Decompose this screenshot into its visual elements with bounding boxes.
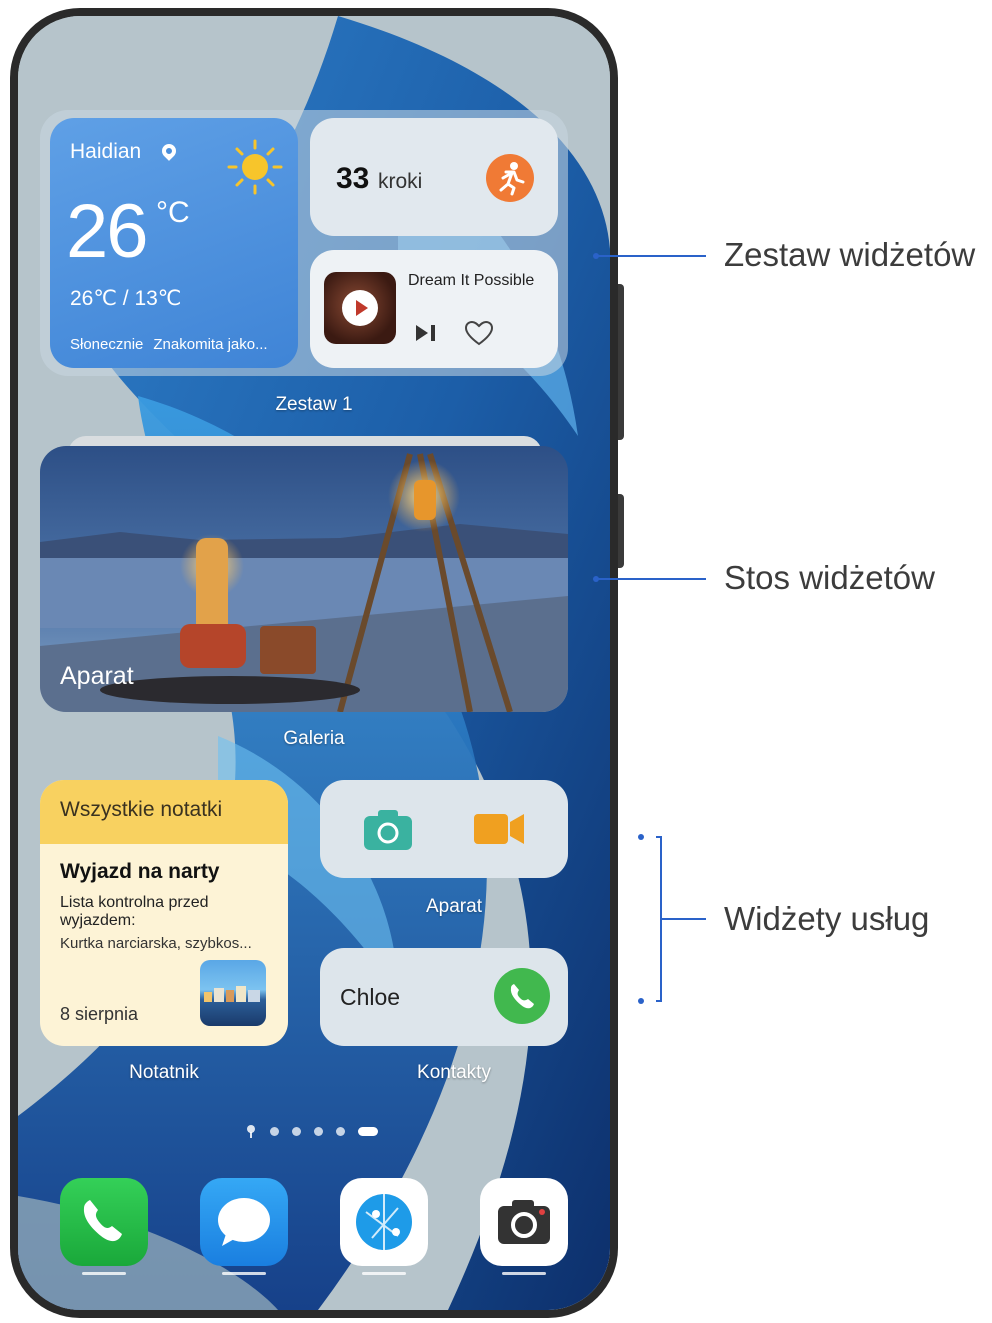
note-thumbnail <box>200 960 266 1026</box>
widget-stack-annotation: Stos widżetów <box>724 559 935 596</box>
dock-indicator <box>502 1272 546 1275</box>
dock-indicator <box>362 1272 406 1275</box>
browser-app-icon[interactable] <box>340 1178 428 1266</box>
widget-set-label: Zestaw 1 <box>275 394 353 415</box>
search-page-icon[interactable] <box>246 1124 256 1138</box>
track-title: Dream It Possible <box>408 272 535 289</box>
widget-stack-label: Galeria <box>283 728 345 749</box>
temperature-value: 26 <box>66 189 149 274</box>
annotation-marker <box>638 998 644 1004</box>
notes-widget[interactable]: Wszystkie notatki Wyjazd na narty Lista … <box>40 780 288 1046</box>
weather-widget[interactable]: Haidian 26 °C 26℃ / 13℃ Słonecznie Znakom… <box>50 118 298 368</box>
annotation-line <box>598 255 706 257</box>
location-pin-icon <box>159 141 179 161</box>
temperature-range: 26℃ / 13℃ <box>70 287 182 310</box>
notes-header: Wszystkie notatki <box>40 780 288 844</box>
dock-indicator <box>222 1272 266 1275</box>
call-icon[interactable] <box>494 968 550 1024</box>
steps-widget[interactable]: 33 kroki <box>310 118 558 236</box>
contact-widget[interactable]: Chloe <box>320 948 568 1046</box>
page-dot[interactable] <box>292 1127 301 1136</box>
next-track-icon[interactable] <box>414 324 438 342</box>
steps-unit: kroki <box>378 170 423 193</box>
notes-label: Notatnik <box>129 1062 199 1083</box>
running-icon <box>486 154 534 202</box>
heart-icon[interactable] <box>464 320 494 346</box>
camera-app-icon[interactable] <box>480 1178 568 1266</box>
widget-set-annotation: Zestaw widżetów <box>724 236 976 273</box>
dock-indicator <box>82 1272 126 1275</box>
contact-name: Chloe <box>340 984 401 1010</box>
play-icon <box>342 290 378 326</box>
weather-condition: Słonecznie <box>70 336 144 353</box>
note-body: Lista kontrolna przed wyjazdem: <box>60 894 209 929</box>
temperature-unit: °C <box>156 196 190 229</box>
music-widget[interactable]: Dream It Possible <box>310 250 558 368</box>
album-cover[interactable] <box>324 272 396 344</box>
messages-app-icon[interactable] <box>200 1178 288 1266</box>
weather-city: Haidian <box>70 140 142 163</box>
note-title: Wyjazd na narty <box>60 860 220 883</box>
air-quality: Znakomita jako... <box>153 336 268 353</box>
annotation-line <box>598 578 706 580</box>
weather-condition-row: Słonecznie Znakomita jako... <box>70 336 278 353</box>
service-widgets-annotation: Widżety usług <box>724 900 930 937</box>
note-item: Kurtka narciarska, szybkos... <box>60 935 252 952</box>
camera-widget-label: Aparat <box>426 896 482 917</box>
page-dot[interactable] <box>314 1127 323 1136</box>
annotation-line <box>662 918 706 920</box>
page-dot-active[interactable] <box>358 1127 378 1136</box>
page-dot[interactable] <box>270 1127 279 1136</box>
video-camera-icon[interactable] <box>474 812 524 846</box>
gallery-card-label: Aparat <box>60 662 134 690</box>
note-date: 8 sierpnia <box>60 1004 139 1024</box>
page-dot[interactable] <box>336 1127 345 1136</box>
camera-widget[interactable] <box>320 780 568 878</box>
sun-icon <box>227 139 283 195</box>
annotation-marker <box>638 834 644 840</box>
steps-count: 33 <box>336 162 370 195</box>
photo-camera-icon[interactable] <box>364 808 412 850</box>
contacts-label: Kontakty <box>417 1062 491 1083</box>
phone-app-icon[interactable] <box>60 1178 148 1266</box>
gallery-widget[interactable]: Aparat <box>40 446 568 712</box>
